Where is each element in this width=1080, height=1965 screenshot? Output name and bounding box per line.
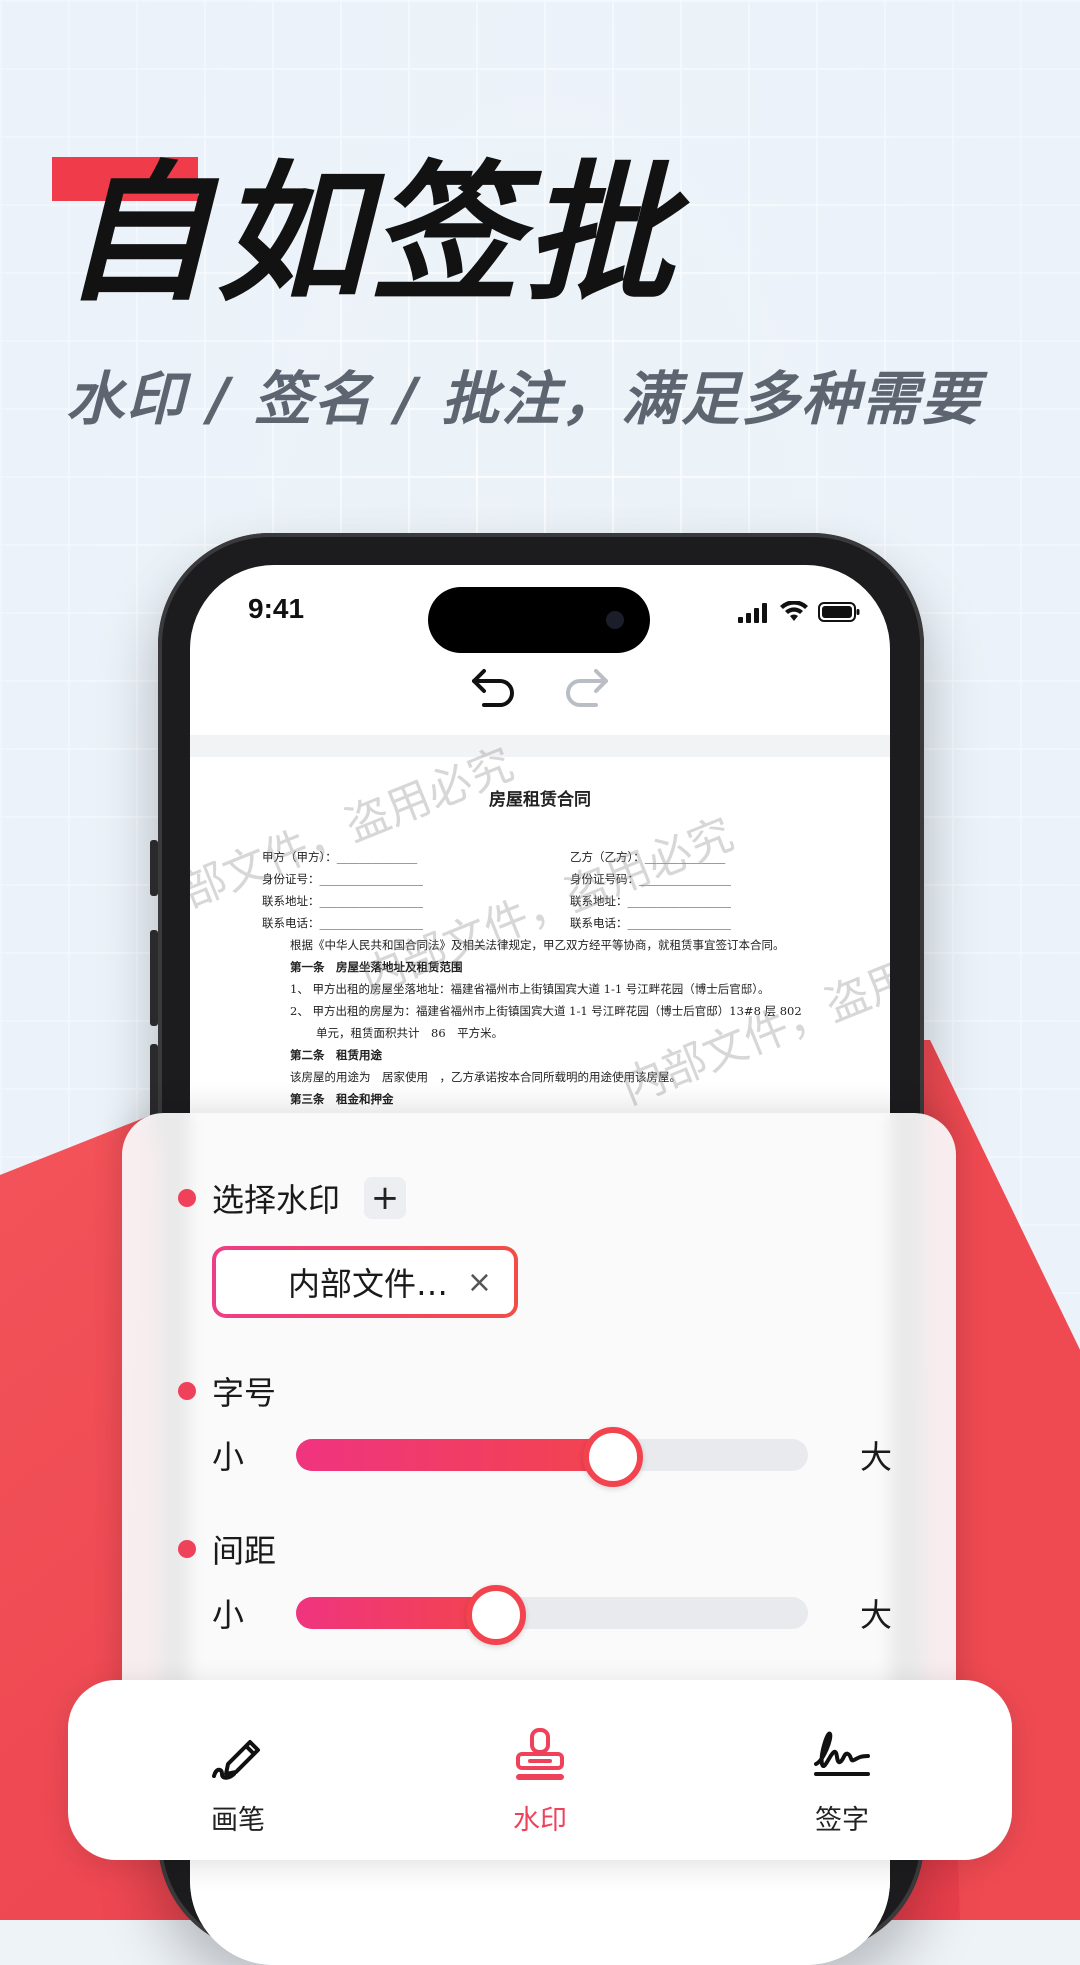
spacing-min-label: 小 [212, 1596, 245, 1634]
font-size-slider-row: 小 大 [212, 1422, 902, 1487]
pen-icon [212, 1740, 260, 1780]
tab-pen-label: 画笔 [211, 1805, 265, 1836]
tab-signature-label: 签字 [815, 1805, 869, 1836]
status-time: 9:41 [248, 593, 305, 624]
doc-line: 第二条 租赁用途 [290, 1048, 382, 1062]
spacing-title: 间距 [212, 1532, 277, 1570]
undo-redo-bar [190, 665, 890, 725]
select-watermark-title: 选择水印 [212, 1181, 341, 1219]
select-watermark-header: 选择水印 + [178, 1175, 407, 1221]
wifi-icon [780, 601, 808, 621]
stamp-icon [516, 1728, 564, 1780]
signal-icon [738, 603, 767, 623]
doc-line: 第三条 租金和押金 [290, 1092, 394, 1106]
font-size-header: 字号 [178, 1368, 276, 1414]
document-gap [190, 735, 890, 757]
font-size-title: 字号 [212, 1374, 277, 1412]
spacing-header: 间距 [178, 1526, 276, 1572]
phone-side-button [150, 840, 158, 896]
tab-watermark[interactable]: 水印 [440, 1680, 640, 1860]
status-icons [738, 601, 860, 623]
font-size-max-label: 大 [860, 1438, 893, 1476]
doc-line: 联系地址：__________________ [262, 894, 423, 908]
add-watermark-button[interactable]: + [364, 1177, 407, 1219]
watermark-chip[interactable]: 内部文件… × [212, 1246, 518, 1318]
promo-headline: 自如签批 [62, 148, 679, 322]
font-size-slider-fill [296, 1439, 614, 1471]
bullet-dot [178, 1540, 196, 1558]
font-size-slider[interactable] [296, 1427, 808, 1487]
dynamic-island [428, 587, 650, 653]
doc-line: 单元，租赁面积共计 86 平方米。 [316, 1026, 504, 1040]
document-title: 房屋租赁合同 [489, 790, 591, 810]
doc-line: 联系电话：__________________ [570, 916, 731, 930]
spacing-slider[interactable] [296, 1585, 808, 1645]
tab-pen[interactable]: 画笔 [138, 1680, 338, 1860]
tab-watermark-label: 水印 [513, 1805, 567, 1836]
signature-icon [814, 1731, 870, 1776]
spacing-max-label: 大 [860, 1596, 893, 1634]
phone-volume-up [150, 930, 158, 1026]
font-size-min-label: 小 [212, 1438, 245, 1476]
watermark-settings-panel: 选择水印 + 内部文件… × 字号 小 大 间距 小 大 [122, 1113, 956, 1733]
font-size-slider-thumb[interactable] [583, 1427, 644, 1487]
redo-icon[interactable] [562, 665, 610, 709]
spacing-slider-thumb[interactable] [465, 1585, 526, 1645]
undo-icon[interactable] [470, 665, 518, 709]
watermark-chip-body: 内部文件… × [216, 1250, 514, 1314]
battery-icon [818, 602, 860, 622]
camera-icon [606, 611, 624, 629]
watermark-chip-label: 内部文件… [288, 1265, 449, 1303]
promo-subline: 水印 / 签名 / 批注，满足多种需要 [66, 365, 982, 433]
doc-line: 1、 甲方出租的房屋坐落地址：福建省福州市上街镇国宾大道 1-1 号江畔花园（博… [290, 982, 770, 996]
close-icon[interactable]: × [467, 1265, 492, 1300]
spacing-slider-row: 小 大 [212, 1580, 902, 1645]
tab-signature[interactable]: 签字 [742, 1680, 942, 1860]
bottom-toolbar: 画笔 水印 签字 [68, 1680, 1012, 1860]
bullet-dot [178, 1382, 196, 1400]
bullet-dot [178, 1189, 196, 1207]
